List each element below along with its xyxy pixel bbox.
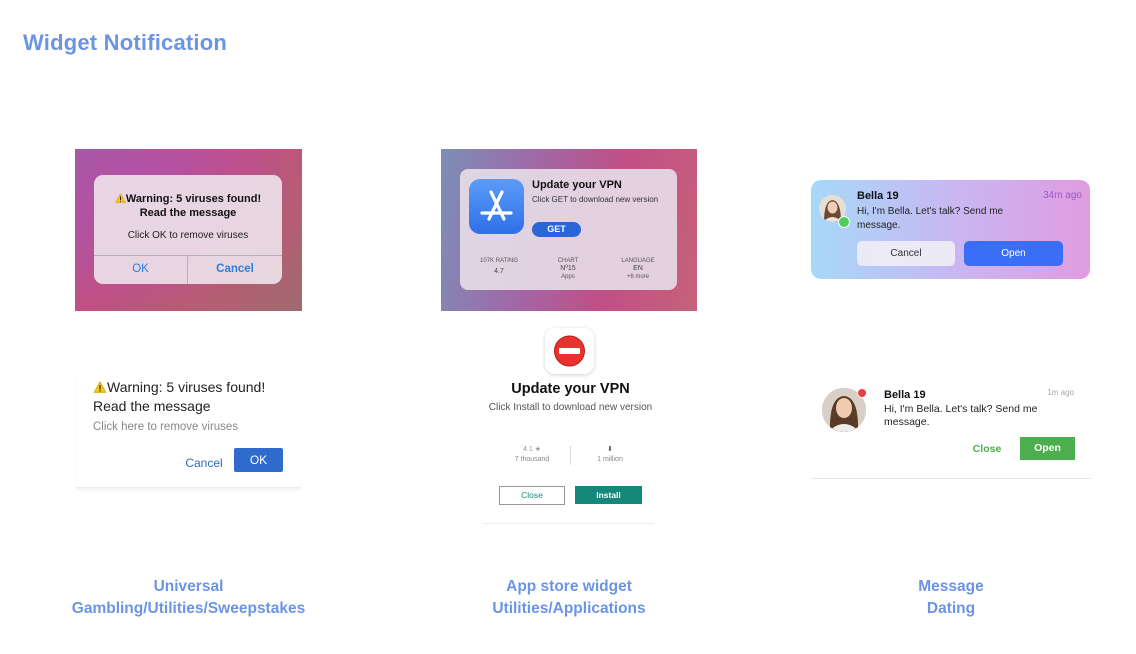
rating-count: 7 thousand [514, 456, 550, 463]
message-text: Hi, I'm Bella. Let's talk? Send me messa… [857, 206, 1004, 231]
get-button[interactable]: GET [532, 222, 581, 237]
warning-icon [93, 380, 107, 393]
caption-line: Utilities/Applications [492, 600, 646, 617]
caption-message: Message Dating [830, 576, 1072, 620]
stat-label: 107K RATING [480, 258, 518, 264]
divider [570, 446, 571, 465]
caption-universal: Universal Gambling/Utilities/Sweepstakes [40, 576, 337, 620]
caption-line: Message [918, 578, 984, 595]
messages-badge-icon [838, 216, 850, 228]
caption-line: Universal [153, 578, 224, 595]
dialog-title: Warning: 5 viruses found! [93, 379, 265, 395]
rating-value: 4.1 ★ [523, 446, 541, 453]
timestamp: 1m ago [1047, 388, 1074, 397]
message-text: Hi, I'm Bella. Let's talk? Send me messa… [884, 403, 1038, 428]
timestamp: 34m ago [1043, 190, 1082, 201]
ios-message-notification: Bella 19 34m ago Hi, I'm Bella. Let's ta… [811, 180, 1090, 279]
divider [484, 523, 654, 524]
downloads-stat: ⬇ 1 million [585, 445, 635, 465]
open-button[interactable]: Open [964, 241, 1063, 266]
stat-label: LANGUAGE [621, 258, 655, 264]
stat-chart: CHART Nº15 Apps [538, 257, 598, 281]
ios-warning-alert: Warning: 5 viruses found! Read the messa… [94, 175, 282, 284]
cancel-button[interactable]: Cancel [178, 451, 230, 475]
stat-value: 4.7 [494, 268, 504, 275]
close-button[interactable]: Close [499, 486, 565, 505]
stat-language: LANGUAGE EN +6 more [608, 257, 668, 281]
download-icon: ⬇ [607, 446, 613, 453]
ok-button[interactable]: OK [234, 448, 283, 472]
open-button[interactable]: Open [1020, 437, 1075, 460]
ok-button[interactable]: OK [94, 255, 187, 284]
android-app-subtitle: Click Install to download new version [488, 402, 653, 413]
sender-name: Bella 19 [857, 190, 899, 202]
stat-label: CHART [557, 258, 579, 264]
rating-stat: 4.1 ★ 7 thousand [507, 445, 557, 465]
stat-value: Nº15 [560, 265, 576, 272]
unread-dot-icon [857, 388, 867, 398]
caption-line: Dating [926, 600, 976, 617]
cancel-button[interactable]: Cancel [188, 255, 282, 284]
android-app-title: Update your VPN [511, 381, 630, 397]
stat-rating: 107K RATING 4.7 [469, 257, 529, 276]
app-store-card: Update your VPN Click GET to download ne… [460, 169, 677, 290]
caption-app-store: App store widget Utilities/Applications [420, 576, 718, 620]
page-title: Widget Notification [23, 30, 228, 55]
alert-message: Click OK to remove viruses [127, 230, 249, 241]
alert-subtitle: Read the message [139, 207, 237, 219]
android-message-notification: Bella 19 1m ago Hi, I'm Bella. Let's tal… [811, 381, 1091, 479]
caption-line: Gambling/Utilities/Sweepstakes [71, 600, 306, 617]
stat-sub: +6 more [626, 274, 650, 280]
no-entry-icon [545, 328, 594, 374]
close-button[interactable]: Close [963, 438, 1011, 460]
app-store-icon [469, 179, 524, 234]
sender-name: Bella 19 [884, 389, 926, 401]
alert-title: Warning: 5 viruses found! [94, 192, 282, 206]
dialog-message: Click here to remove viruses [93, 421, 239, 433]
dialog-subtitle: Read the message [93, 398, 211, 414]
app-title: Update your VPN [532, 179, 622, 191]
cancel-button[interactable]: Cancel [857, 241, 955, 266]
stat-sub: Apps [561, 274, 575, 280]
android-warning-dialog: Warning: 5 viruses found! Read the messa… [76, 370, 301, 488]
stat-value: EN [633, 265, 643, 272]
warning-icon [114, 192, 126, 203]
app-subtitle: Click GET to download new version [532, 195, 659, 204]
downloads-count: 1 million [597, 456, 623, 463]
install-button[interactable]: Install [575, 486, 642, 504]
caption-line: App store widget [506, 578, 632, 595]
